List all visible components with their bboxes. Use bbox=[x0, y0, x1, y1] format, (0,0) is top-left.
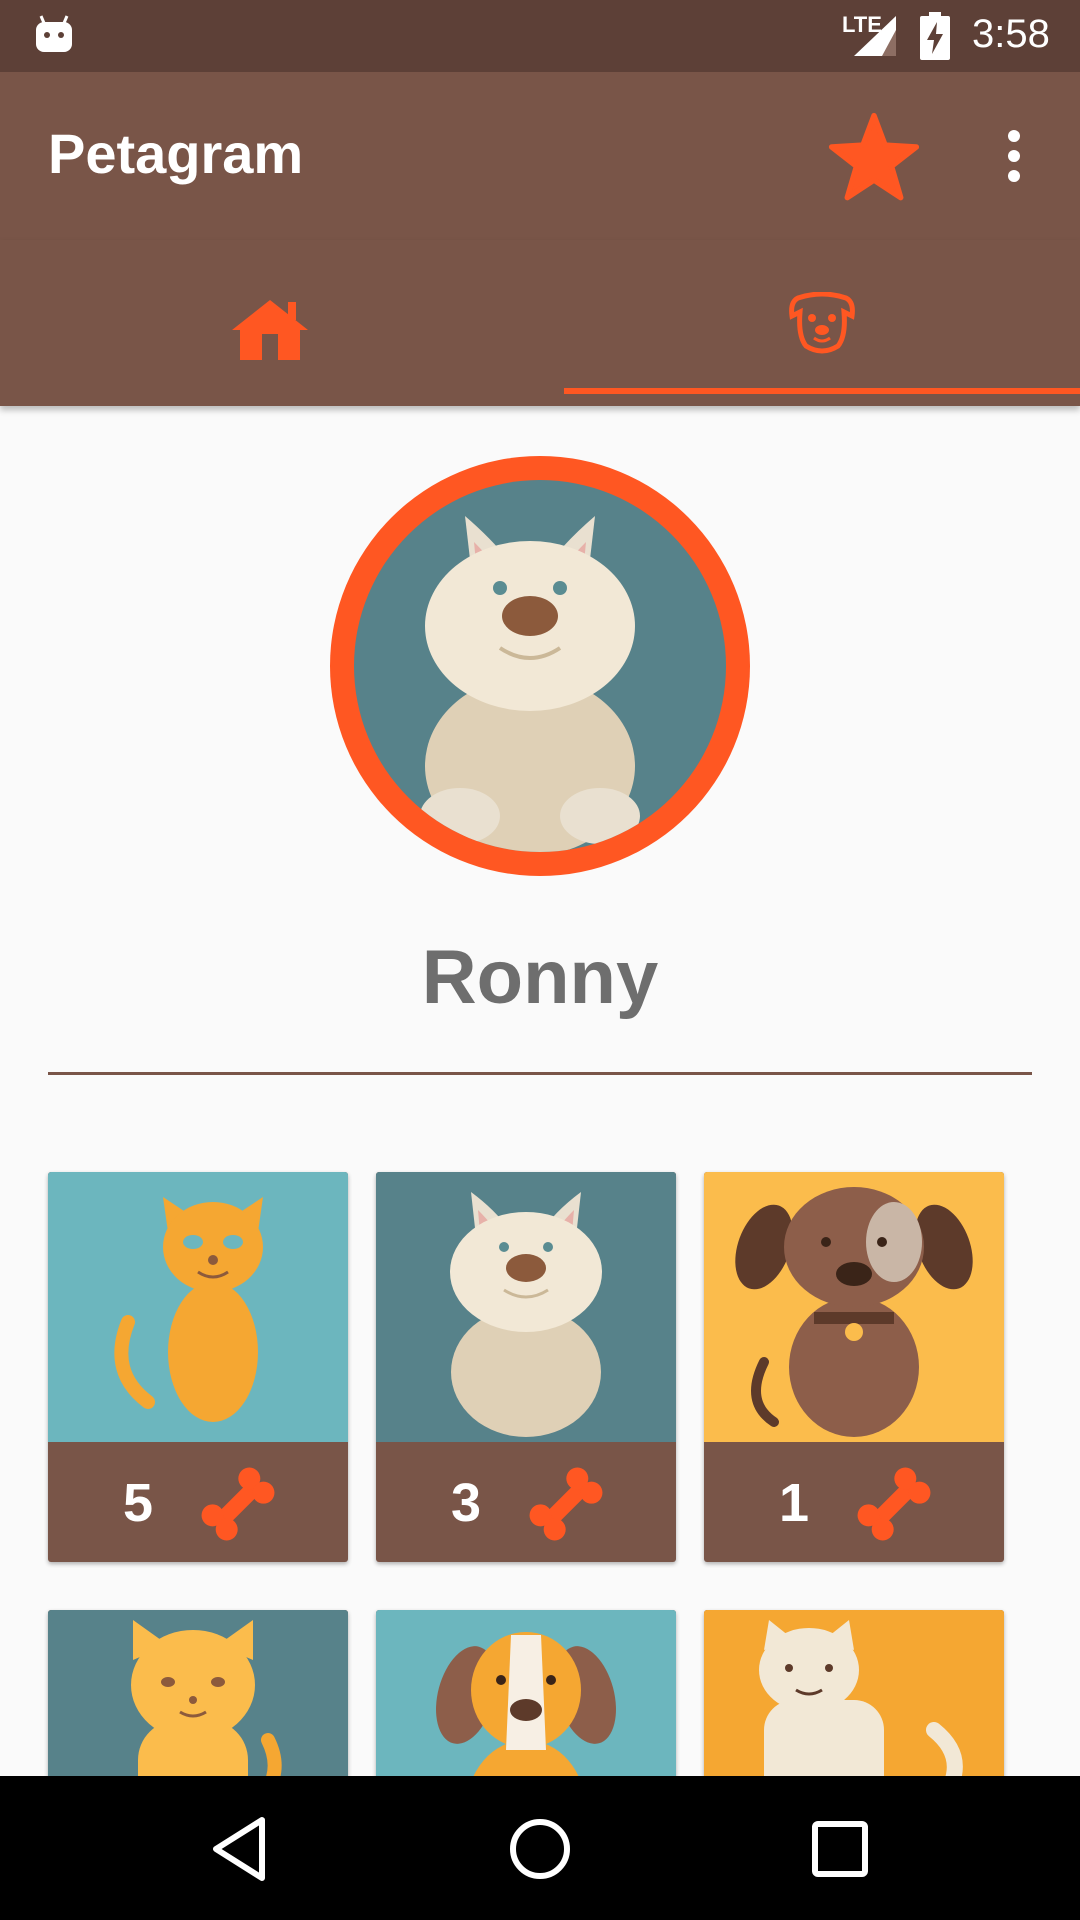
pet-card[interactable]: 1 bbox=[704, 1172, 1004, 1562]
card-footer: 5 bbox=[48, 1442, 348, 1562]
pet-photo bbox=[48, 1172, 348, 1442]
pet-photo bbox=[376, 1172, 676, 1442]
pet-photo bbox=[704, 1172, 1004, 1442]
app-title: Petagram bbox=[48, 122, 304, 185]
profile-avatar[interactable] bbox=[330, 456, 750, 876]
pet-photo bbox=[704, 1610, 1004, 1792]
pet-name: Ronny bbox=[421, 935, 659, 1020]
android-notification-icon bbox=[36, 15, 72, 52]
card-footer: 1 bbox=[704, 1442, 1004, 1562]
like-count: 1 bbox=[778, 1473, 810, 1533]
pet-photo bbox=[48, 1610, 348, 1792]
home-nav-icon[interactable] bbox=[505, 1814, 575, 1884]
cat-illustration bbox=[114, 1197, 263, 1422]
pet-card[interactable] bbox=[48, 1610, 348, 1792]
like-count: 3 bbox=[450, 1473, 482, 1533]
dog-illustration bbox=[436, 1632, 616, 1792]
pet-card[interactable]: 5 bbox=[48, 1172, 348, 1562]
selected-tab-indicator bbox=[564, 388, 1080, 394]
tab-profile[interactable] bbox=[540, 240, 1080, 406]
back-icon[interactable] bbox=[206, 1814, 276, 1884]
pet-card[interactable] bbox=[376, 1610, 676, 1792]
cat-illustration bbox=[759, 1620, 963, 1792]
home-icon bbox=[232, 300, 308, 360]
clock: 3:58 bbox=[972, 12, 1050, 56]
app-bar: Petagram bbox=[0, 72, 1080, 240]
bone-icon[interactable] bbox=[526, 1464, 606, 1544]
card-footer: 3 bbox=[376, 1442, 676, 1562]
recents-icon[interactable] bbox=[805, 1814, 875, 1884]
tab-home[interactable] bbox=[0, 240, 540, 406]
tab-bar bbox=[0, 240, 1080, 406]
section-divider bbox=[48, 1072, 1032, 1075]
dog-illustration bbox=[735, 1187, 973, 1437]
pet-photo bbox=[376, 1610, 676, 1792]
navigation-bar bbox=[0, 1776, 1080, 1920]
dog-face-icon bbox=[789, 292, 855, 354]
pet-card[interactable]: 3 bbox=[376, 1172, 676, 1562]
pet-card[interactable] bbox=[704, 1610, 1004, 1792]
bone-icon[interactable] bbox=[854, 1464, 934, 1544]
like-count: 5 bbox=[122, 1473, 154, 1533]
dog-illustration bbox=[450, 1192, 602, 1437]
battery-charging-icon bbox=[920, 12, 950, 60]
star-icon[interactable] bbox=[828, 112, 920, 204]
cell-signal-icon bbox=[854, 16, 896, 56]
more-vert-icon[interactable] bbox=[990, 126, 1038, 186]
bone-icon[interactable] bbox=[198, 1464, 278, 1544]
cat-illustration bbox=[131, 1620, 282, 1792]
status-bar: LTE 3:58 bbox=[0, 0, 1080, 72]
